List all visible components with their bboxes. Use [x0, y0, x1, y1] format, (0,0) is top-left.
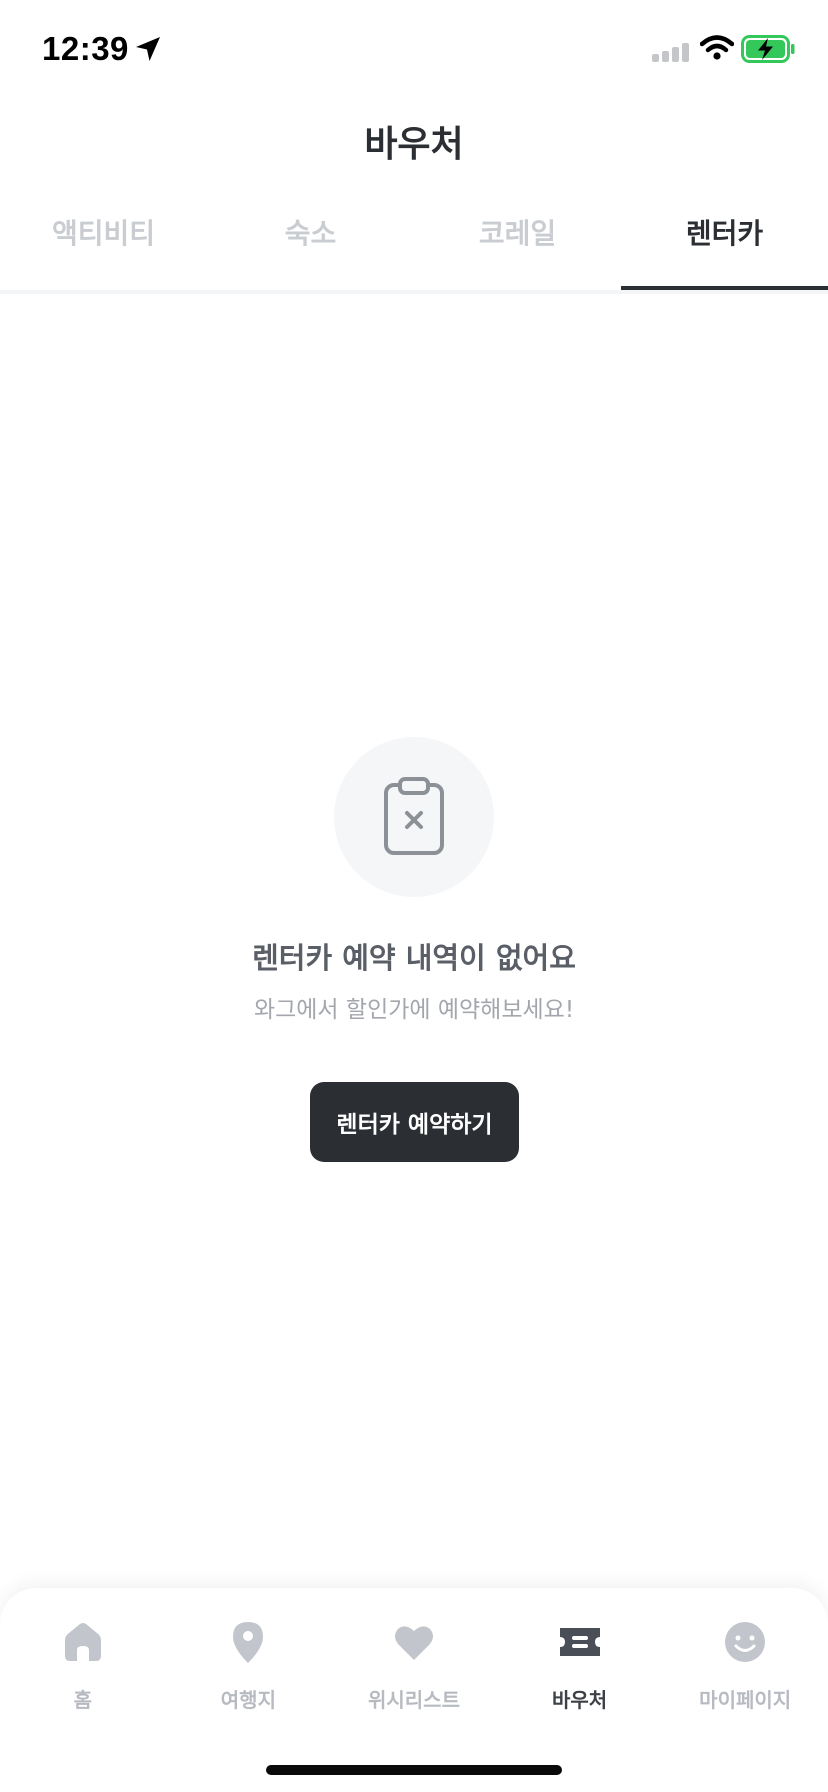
- ticket-icon: [559, 1628, 600, 1656]
- nav-label-voucher: 바우처: [551, 1688, 608, 1712]
- voucher-tabs: 액티비티 숙소 코레일 렌터카: [0, 190, 828, 290]
- smiley-icon: [725, 1622, 766, 1662]
- tab-activity[interactable]: 액티비티: [0, 190, 207, 290]
- nav-label-wishlist: 위시리스트: [367, 1688, 460, 1712]
- empty-state-subtitle: 와그에서 할인가에 예약해보세요!: [253, 997, 575, 1023]
- tab-accommodation[interactable]: 숙소: [207, 190, 414, 290]
- book-rentcar-button[interactable]: 렌터카 예약하기: [310, 1082, 519, 1162]
- tab-rentcar[interactable]: 렌터카: [621, 190, 828, 290]
- tabs-divider: [0, 290, 828, 294]
- status-bar: 12:39: [0, 0, 828, 100]
- battery-charging-icon: [741, 35, 795, 63]
- map-pin-icon: [233, 1622, 264, 1663]
- page-title: 바우처: [364, 124, 464, 165]
- status-time: 12:39: [42, 30, 129, 67]
- nav-label-destinations: 여행지: [220, 1688, 276, 1712]
- nav-item-voucher[interactable]: 바우처: [497, 1588, 663, 1728]
- empty-state-illustration: [334, 737, 494, 897]
- cellular-signal-icon: [652, 43, 689, 62]
- bottom-nav: 홈 여행지 위시리스트 바우처 마이페이지: [0, 1588, 828, 1792]
- home-icon: [64, 1623, 101, 1661]
- empty-state-title: 렌터카 예약 내역이 없어요: [252, 941, 576, 975]
- nav-label-home: 홈: [73, 1688, 92, 1712]
- tab-korail[interactable]: 코레일: [414, 190, 621, 290]
- nav-item-destinations[interactable]: 여행지: [166, 1588, 332, 1728]
- nav-item-wishlist[interactable]: 위시리스트: [331, 1588, 497, 1728]
- nav-label-mypage: 마이페이지: [699, 1688, 792, 1712]
- clipboard-x-icon: [384, 777, 444, 855]
- wifi-icon: [700, 35, 734, 60]
- nav-item-mypage[interactable]: 마이페이지: [662, 1588, 828, 1728]
- nav-item-home[interactable]: 홈: [0, 1588, 166, 1728]
- heart-icon: [394, 1626, 433, 1660]
- home-indicator: [266, 1765, 562, 1775]
- location-arrow-icon: [136, 37, 160, 61]
